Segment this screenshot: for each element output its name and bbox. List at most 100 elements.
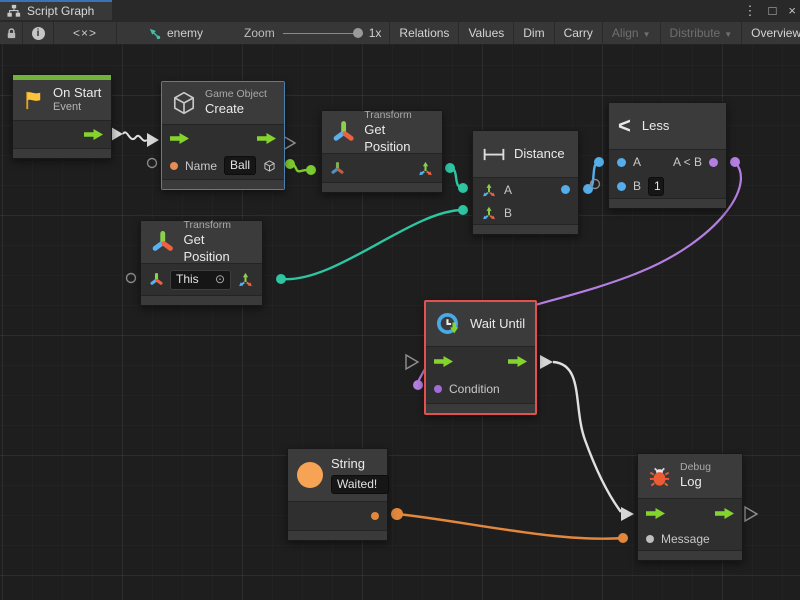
graph-breadcrumb[interactable]: enemy (139, 22, 212, 44)
port-label: B (504, 206, 512, 220)
dropdown-arrow-icon: ▼ (724, 30, 732, 39)
graph-toolbar: i <×> enemy Zoom 1x Relations Values Dim (0, 22, 800, 45)
condition-input-port[interactable] (434, 385, 442, 393)
node-footer (473, 225, 578, 234)
value-input-port-b[interactable] (617, 182, 626, 191)
transform-input-port[interactable] (330, 161, 345, 176)
flow-output-port[interactable] (508, 356, 527, 367)
node-footer (13, 149, 111, 158)
node-footer (288, 531, 387, 540)
node-get-position-left[interactable]: Transform Get Position This ⊙ (140, 220, 263, 306)
code-view-button[interactable]: <×> (54, 22, 116, 44)
toolbar-button-dim[interactable]: Dim (514, 22, 553, 44)
node-footer (162, 180, 284, 189)
flag-icon (22, 89, 45, 112)
tab-script-graph[interactable]: Script Graph (0, 0, 112, 20)
maximize-icon[interactable]: □ (769, 0, 777, 22)
node-title: Create (205, 101, 267, 117)
close-icon[interactable]: × (788, 0, 796, 22)
port-label: Name (185, 159, 217, 173)
lock-button[interactable] (0, 22, 22, 44)
code-icon: <×> (73, 26, 97, 40)
vector3-output-port[interactable] (417, 160, 434, 177)
toolbar-button-distribute[interactable]: Distribute ▼ (661, 22, 742, 44)
node-string[interactable]: String Waited! (287, 448, 388, 541)
b-value-field[interactable]: 1 (648, 177, 664, 196)
window-controls: ⋮ □ × (744, 0, 796, 22)
string-output-port[interactable] (371, 512, 379, 520)
zoom-value: 1x (369, 26, 382, 40)
flow-input-port[interactable] (434, 356, 453, 367)
flow-output-port[interactable] (257, 133, 276, 144)
node-title: Log (680, 474, 711, 490)
node-get-position-top[interactable]: Transform Get Position (321, 110, 443, 193)
toolbar-button-align[interactable]: Align ▼ (603, 22, 660, 44)
gameobject-type-icon[interactable] (263, 158, 276, 174)
flow-input-port[interactable] (646, 508, 665, 519)
message-input-port[interactable] (646, 535, 654, 543)
port-label: Message (661, 532, 710, 546)
port-label: A (633, 155, 641, 169)
node-less[interactable]: < Less A A < B B 1 (608, 102, 727, 209)
zoom-slider[interactable] (283, 22, 363, 44)
vector3-input-port[interactable] (481, 182, 497, 198)
object-picker-icon[interactable]: ⊙ (215, 272, 225, 287)
node-title: Less (642, 118, 669, 134)
string-input-port[interactable] (170, 162, 178, 170)
string-value-field[interactable]: Waited! (331, 475, 389, 494)
flow-output-port[interactable] (715, 508, 734, 519)
more-menu-icon[interactable]: ⋮ (744, 0, 757, 22)
zoom-label: Zoom (244, 26, 275, 40)
transform-input-port[interactable] (149, 272, 164, 287)
node-footer (322, 183, 442, 192)
node-title: Get Position (364, 122, 433, 155)
node-category: Transform (184, 219, 253, 232)
node-on-start[interactable]: On Start Event (12, 74, 112, 159)
port-label: B (633, 179, 641, 193)
flow-output-port[interactable] (84, 129, 103, 140)
zoom-slider-track (283, 33, 363, 35)
lock-icon (5, 27, 18, 40)
bool-output-port[interactable] (709, 158, 718, 167)
result-label: A < B (673, 155, 702, 169)
node-wait-until[interactable]: Wait Until Condition (424, 300, 537, 415)
distance-icon (482, 147, 506, 162)
node-footer (609, 199, 726, 208)
wait-until-clock-icon (435, 311, 462, 338)
toolbar-separator (116, 22, 117, 44)
dropdown-arrow-icon: ▼ (643, 30, 651, 39)
graph-name-label: enemy (167, 26, 203, 40)
zoom-slider-handle[interactable] (353, 28, 363, 38)
name-value-field[interactable]: Ball (224, 156, 256, 175)
value-input-port-a[interactable] (617, 158, 626, 167)
vector3-output-port[interactable] (237, 271, 254, 288)
toolbar-button-relations[interactable]: Relations (390, 22, 458, 44)
node-title: String (331, 456, 389, 472)
toolbar-button-values[interactable]: Values (459, 22, 513, 44)
node-category: Game Object (205, 88, 267, 101)
port-label: A (504, 183, 512, 197)
flow-input-port[interactable] (170, 133, 189, 144)
node-title: Get Position (184, 232, 253, 265)
node-distance[interactable]: Distance A B (472, 130, 579, 235)
node-footer (426, 404, 535, 413)
node-debug-log[interactable]: Debug Log Message (637, 453, 743, 561)
vector3-input-port[interactable] (481, 205, 497, 221)
string-icon (297, 462, 323, 488)
node-create-gameobject[interactable]: Game Object Create Name Ball (161, 81, 285, 190)
port-label: Condition (449, 382, 500, 396)
tab-title: Script Graph (27, 4, 94, 18)
toolbar-button-carry[interactable]: Carry (555, 22, 602, 44)
transform-icon (331, 119, 356, 145)
node-title: Distance (514, 146, 565, 162)
info-icon: i (32, 27, 45, 40)
transform-icon (150, 229, 176, 255)
target-object-field[interactable]: This ⊙ (170, 270, 231, 290)
toolbar-button-overview[interactable]: Overview (742, 22, 800, 44)
node-category: Debug (680, 461, 711, 474)
float-output-port[interactable] (561, 185, 570, 194)
script-graph-window: Script Graph ⋮ □ × i <×> (0, 0, 800, 600)
gameobject-cube-icon (171, 90, 197, 116)
info-button[interactable]: i (23, 22, 53, 44)
less-icon: < (618, 115, 631, 137)
